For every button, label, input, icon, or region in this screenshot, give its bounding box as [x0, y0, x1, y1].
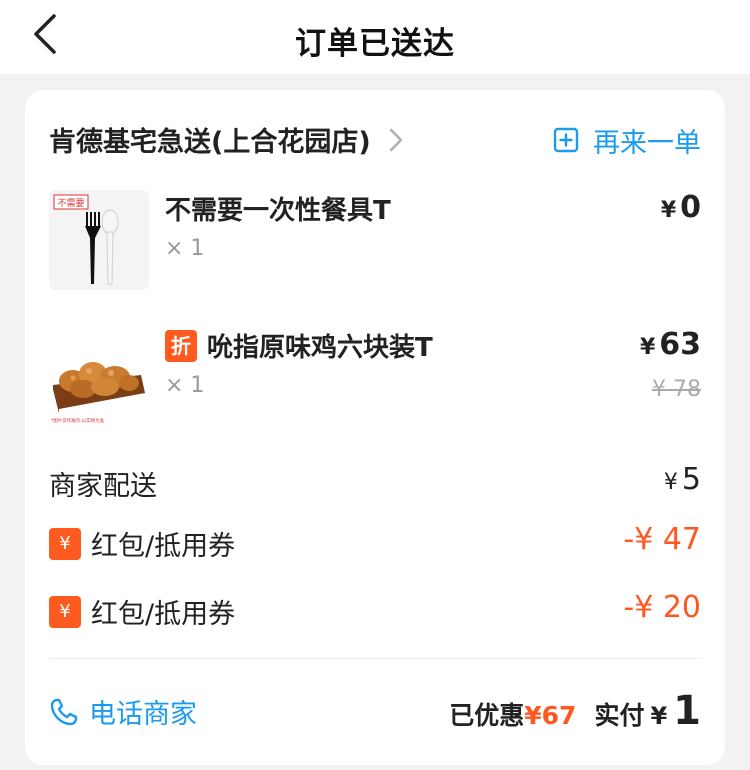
saved-label: 已优惠: [449, 701, 525, 730]
thumb-tag: 不需要: [57, 198, 84, 209]
delivery-fee-row: 商家配送 ¥5: [49, 462, 701, 504]
item-price: ¥0: [660, 190, 701, 225]
paid-amount: 1: [673, 688, 701, 734]
page-title: 订单已送达: [295, 26, 455, 62]
call-merchant-button[interactable]: 电话商家: [49, 692, 197, 731]
call-label: 电话商家: [89, 699, 197, 730]
plus-square-icon: [553, 127, 579, 153]
coupon-value: -¥ 47: [623, 522, 701, 557]
coupon-label: ¥ 红包/抵用券: [49, 524, 235, 563]
order-card: 肯德基宅急送(上合花园店) 再来一单 不需要 不需要一次性餐具T × 1 ¥ 0…: [25, 90, 725, 765]
coupon-row: ¥ 红包/抵用券 -¥ 47: [49, 522, 701, 564]
top-bar: 订单已送达: [0, 0, 750, 74]
discount-badge: 折: [165, 329, 197, 362]
cutlery-image: 不需要: [53, 194, 119, 285]
coupon-label: ¥ 红包/抵用券: [49, 592, 235, 631]
payment-summary: 已优惠 ¥67 实付 ¥ 1: [449, 688, 701, 734]
saved-amount: ¥67: [524, 701, 577, 730]
item-thumbnail: *图片仅作展示,以实物为准: [49, 327, 149, 427]
item-name: 不需要一次性餐具T: [165, 196, 391, 226]
order-item: *图片仅作展示,以实物为准 折 吮指原味鸡六块装T × 1 ¥63 ¥ 78: [49, 327, 701, 427]
coupon-icon: ¥: [49, 595, 81, 628]
coupon-row: ¥ 红包/抵用券 -¥ 20: [49, 590, 701, 632]
item-quantity: × 1: [165, 236, 205, 261]
item-quantity: × 1: [165, 373, 205, 398]
paid-currency: ¥: [650, 702, 668, 730]
reorder-label: 再来一单: [593, 127, 701, 159]
footer-row: 电话商家 已优惠 ¥67 实付 ¥ 1: [49, 688, 701, 734]
phone-icon: [50, 698, 78, 725]
coupon-icon: ¥: [49, 527, 81, 560]
divider: [49, 658, 701, 659]
shop-row: 肯德基宅急送(上合花园店) 再来一单: [49, 120, 701, 160]
chevron-right-icon[interactable]: [387, 126, 405, 154]
item-thumbnail: 不需要: [49, 190, 149, 290]
delivery-value: ¥5: [663, 462, 701, 497]
paid-label: 实付: [594, 701, 645, 730]
thumb-caption: *图片仅作展示,以实物为准: [51, 417, 105, 424]
item-original-price: ¥ 78: [652, 377, 701, 402]
item-name: 折 吮指原味鸡六块装T: [165, 327, 433, 364]
order-item: 不需要 不需要一次性餐具T × 1 ¥0: [49, 190, 701, 290]
shop-name[interactable]: 肯德基宅急送(上合花园店): [49, 120, 371, 159]
reorder-button[interactable]: 再来一单: [553, 120, 701, 160]
item-price: ¥63: [639, 327, 701, 362]
fried-chicken-image: *图片仅作展示,以实物为准: [49, 327, 149, 427]
delivery-label: 商家配送: [49, 471, 157, 502]
coupon-value: -¥ 20: [623, 590, 701, 625]
